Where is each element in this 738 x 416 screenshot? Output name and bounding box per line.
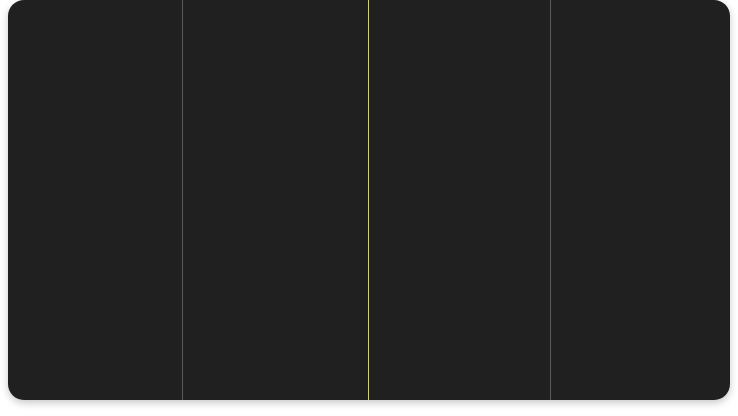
timeline-panel — [8, 0, 730, 400]
column-divider-right — [550, 0, 551, 400]
column-divider-left — [182, 0, 183, 400]
playhead-line[interactable] — [368, 0, 369, 400]
